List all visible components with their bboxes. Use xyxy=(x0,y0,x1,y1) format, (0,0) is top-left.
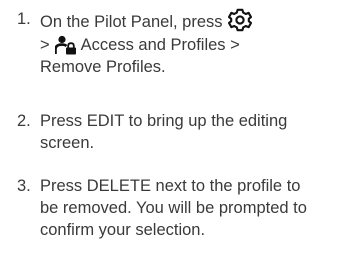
step-3-line-2: be removed. You will be prompted to xyxy=(40,197,307,219)
breadcrumb-separator: > xyxy=(40,36,50,54)
step-3-line-1: Press DELETE next to the profile to xyxy=(40,175,300,197)
step-text: On the Pilot Panel, press xyxy=(40,13,223,31)
step-text: Press DELETE next to the profile to xyxy=(40,177,301,195)
step-2-line-2: screen. xyxy=(40,132,94,154)
step-3-line-3: confirm your selection. xyxy=(40,219,205,241)
step-text: be removed. You will be prompted to xyxy=(40,199,307,217)
step-1-line-3: Remove Profiles. xyxy=(40,56,166,78)
step-text: Access and Profiles > xyxy=(80,36,240,54)
step-number: 3. xyxy=(17,177,31,195)
step-number: 2. xyxy=(17,112,31,130)
step-text: Remove Profiles. xyxy=(40,58,166,76)
step-text: confirm your selection. xyxy=(40,221,206,239)
step-number: 1. xyxy=(17,10,31,28)
step-text: Press EDIT to bring up the editing xyxy=(40,112,288,130)
step-text: screen. xyxy=(40,134,95,152)
step-2-line-1: Press EDIT to bring up the editing xyxy=(40,110,287,132)
